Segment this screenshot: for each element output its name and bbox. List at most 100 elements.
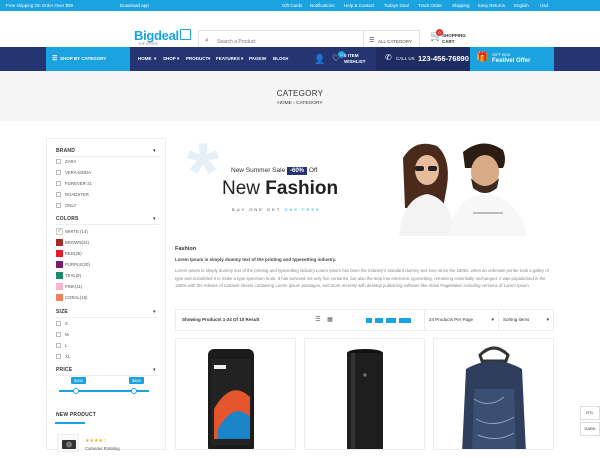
- size-filter-heading[interactable]: SIZE: [56, 309, 68, 315]
- price-filter-heading[interactable]: PRICE: [56, 367, 72, 373]
- buy-one-get-one: BUY ONE GET ONE FREE: [232, 207, 321, 212]
- logo[interactable]: Bigdeal: [134, 28, 179, 43]
- per-page-select[interactable]: 24 Products Per Page ▾: [424, 310, 498, 330]
- product-card[interactable]: [175, 338, 296, 450]
- color-swatch[interactable]: [56, 283, 63, 291]
- notifications-link[interactable]: Notifications: [310, 0, 335, 11]
- brand-option[interactable]: FOREVER-21: [56, 180, 92, 188]
- color-swatch[interactable]: [56, 261, 63, 269]
- color-option[interactable]: CORAL(15): [56, 294, 87, 302]
- nav-item-shop[interactable]: SHOP: [163, 47, 176, 71]
- caret-down-icon: ▾: [491, 317, 494, 323]
- checkbox[interactable]: [56, 203, 61, 209]
- call-us-label: CALL US: [396, 56, 415, 61]
- wishlist-label[interactable]: 0 ITEM WISHLIST: [344, 53, 366, 65]
- check-icon[interactable]: ✓: [56, 228, 63, 236]
- shipping-note: Free shipping On Order Over $99: [6, 3, 74, 8]
- new-product-thumbnail[interactable]: [57, 434, 79, 452]
- color-swatch[interactable]: [56, 294, 63, 302]
- brand-option-label: ROADSTER: [65, 192, 89, 197]
- color-option-label: TEAL(9): [65, 273, 81, 278]
- price-max-handle[interactable]: [131, 388, 137, 394]
- gift-cards-link[interactable]: Gift Cards: [282, 0, 302, 11]
- checkbox[interactable]: [56, 170, 61, 176]
- size-option[interactable]: L: [56, 342, 67, 350]
- caret-down-icon[interactable]: ▾: [153, 309, 156, 315]
- help-contact-link[interactable]: Help & Contact: [344, 0, 374, 11]
- nav-item-home[interactable]: HOME: [138, 47, 152, 71]
- color-option[interactable]: TEAL(9): [56, 272, 81, 280]
- nav-item-features[interactable]: FEATURES: [216, 47, 240, 71]
- rtl-toggle[interactable]: RTL: [580, 406, 600, 420]
- color-option[interactable]: PURPLE(20): [56, 261, 90, 269]
- todays-deal-link[interactable]: Todays Deal: [384, 0, 409, 11]
- dark-mode-toggle[interactable]: DARK: [580, 422, 600, 436]
- currency-select[interactable]: Usd: [540, 0, 548, 11]
- divider: [55, 317, 159, 318]
- checkbox[interactable]: [56, 354, 61, 360]
- product-count: Showing Products 1-24 Of 10 Result: [182, 317, 260, 322]
- checkbox[interactable]: [56, 181, 61, 187]
- breadcrumb-home[interactable]: HOME: [277, 101, 291, 106]
- brand-option[interactable]: ZARA: [56, 158, 76, 166]
- caret-down-icon[interactable]: ▾: [153, 148, 156, 154]
- download-app-link[interactable]: Download app: [120, 0, 149, 11]
- nav-item-blog[interactable]: BLOG: [273, 47, 286, 71]
- brand-option[interactable]: ONLY: [56, 202, 76, 210]
- nav-item-pages[interactable]: PAGES: [249, 47, 264, 71]
- color-option[interactable]: RED(25): [56, 250, 82, 258]
- color-swatch[interactable]: [56, 272, 63, 280]
- size-option[interactable]: M: [56, 331, 69, 339]
- phone-icon: ✆: [385, 53, 392, 62]
- chevron-down-icon: ▾: [154, 56, 157, 61]
- color-swatch[interactable]: [56, 239, 63, 247]
- checkbox[interactable]: [56, 159, 61, 165]
- checkbox[interactable]: [56, 343, 61, 349]
- caret-down-icon[interactable]: ▾: [153, 216, 156, 222]
- colors-filter-heading[interactable]: COLORS: [56, 216, 79, 222]
- brand-option[interactable]: VERA-MODA: [56, 169, 91, 177]
- size-option[interactable]: XL: [56, 353, 70, 361]
- description-lead: Lorem Ipsum is simply dummy text of the …: [175, 257, 337, 262]
- search-icon[interactable]: ⌕: [205, 37, 209, 45]
- phone-number[interactable]: 123-456-76890: [418, 54, 469, 63]
- language-select[interactable]: English: [514, 0, 529, 11]
- size-option-label: L: [65, 343, 68, 348]
- brand-filter-heading[interactable]: BRAND: [56, 148, 75, 154]
- models-photo: [385, 138, 545, 236]
- grid-3-icon[interactable]: [375, 318, 383, 323]
- grid-2-icon[interactable]: [366, 318, 372, 323]
- shipping-link[interactable]: Shipping: [452, 0, 470, 11]
- color-option[interactable]: ✓ WHITE (14): [56, 228, 88, 236]
- grid-4-icon[interactable]: [386, 318, 396, 323]
- category-banner[interactable]: * New Summer Sale -60% Off New Fashion B…: [175, 138, 554, 236]
- easy-returns-link[interactable]: Easy Returns: [478, 0, 505, 11]
- checkbox[interactable]: [56, 332, 61, 338]
- product-card[interactable]: [433, 338, 554, 450]
- main-nav: ☰ SHOP BY CATEGORY HOME ▾ SHOP ▾ PRODUCT…: [0, 47, 600, 71]
- caret-down-icon[interactable]: ▾: [153, 367, 156, 373]
- grid-6-icon[interactable]: [399, 318, 411, 323]
- new-product-name[interactable]: Cameras Rotating: [85, 446, 120, 451]
- shop-by-category-button[interactable]: ☰ SHOP BY CATEGORY: [46, 47, 130, 71]
- price-min-handle[interactable]: [73, 388, 79, 394]
- list-view-icon[interactable]: ☰: [312, 310, 324, 330]
- color-option[interactable]: PINK(11): [56, 283, 82, 291]
- color-swatch[interactable]: [56, 250, 63, 258]
- page-title: CATEGORY: [276, 89, 324, 98]
- checkbox[interactable]: [56, 192, 61, 198]
- nav-item-product[interactable]: PRODUCT: [186, 47, 208, 71]
- size-option[interactable]: S: [56, 320, 68, 328]
- brand-option[interactable]: ROADSTER: [56, 191, 89, 199]
- brand-option-label: ZARA: [65, 159, 77, 164]
- product-card[interactable]: [304, 338, 425, 450]
- user-icon[interactable]: 👤: [314, 54, 325, 65]
- grid-view-icon[interactable]: ▦: [324, 310, 336, 330]
- filter-sidebar: BRAND ▾ ZARA VERA-MODA FOREVER-21 ROADST…: [46, 138, 166, 452]
- track-order-link[interactable]: Track Order: [418, 0, 442, 11]
- sort-select[interactable]: Sorting items ▾: [498, 310, 553, 330]
- checkbox[interactable]: [56, 321, 61, 327]
- chevron-down-icon: ▾: [264, 56, 267, 61]
- gift-box-offer[interactable]: 🎁 GIFT BOX Festivel Offer: [470, 47, 554, 71]
- color-option[interactable]: BROWN(24): [56, 239, 89, 247]
